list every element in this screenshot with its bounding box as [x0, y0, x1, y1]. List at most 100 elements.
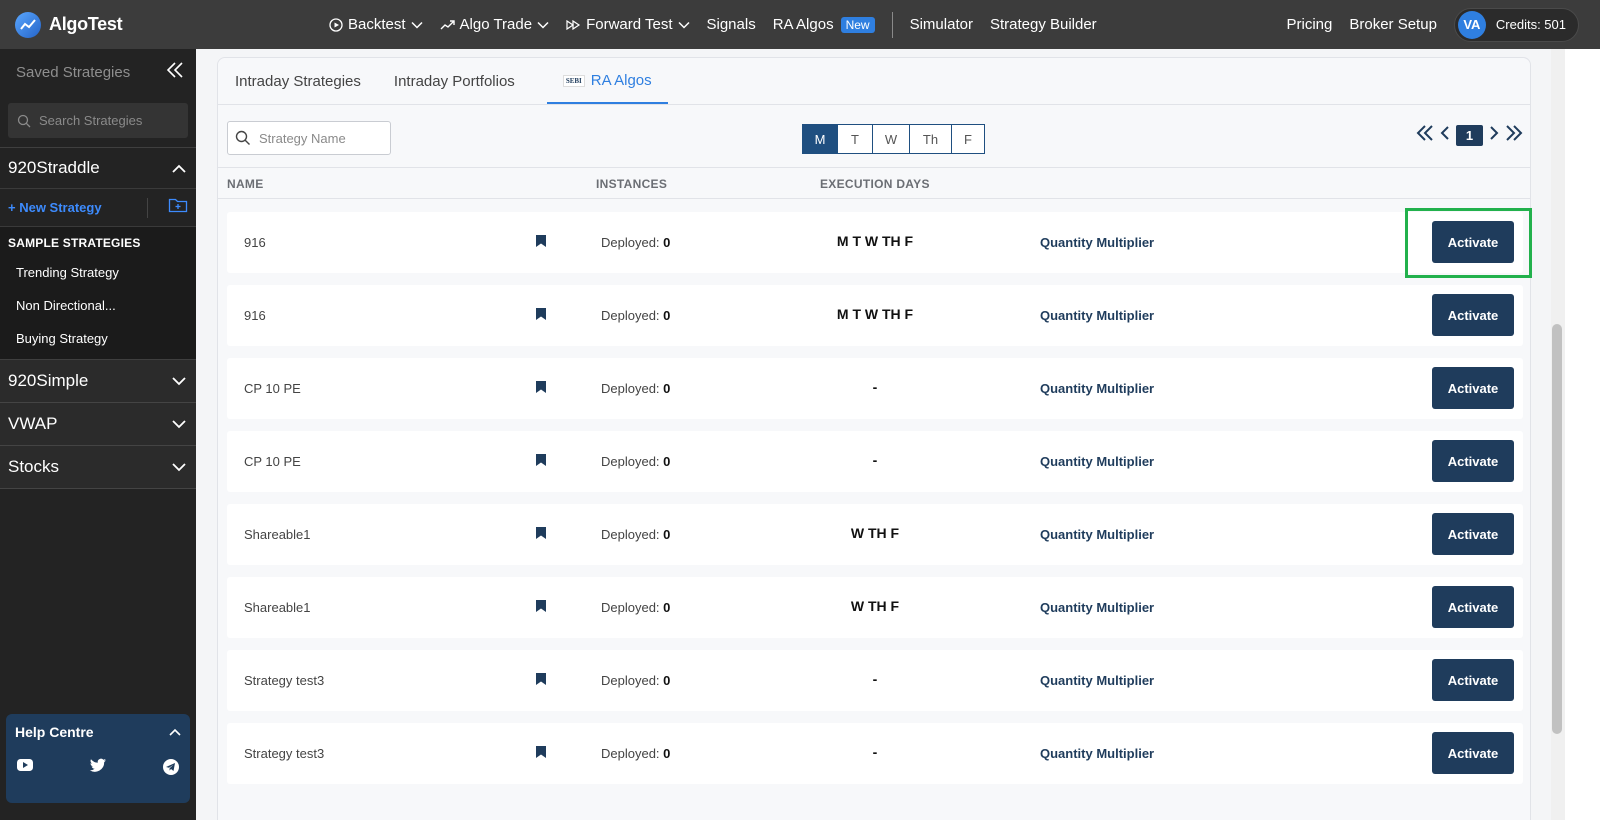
bookmark-icon[interactable] — [535, 453, 547, 472]
quantity-multiplier-link[interactable]: Quantity Multiplier — [1040, 235, 1154, 250]
nav-broker-setup[interactable]: Broker Setup — [1349, 16, 1437, 33]
youtube-icon[interactable] — [16, 758, 34, 781]
group-header-stocks[interactable]: Stocks — [0, 446, 196, 488]
day-filter-th[interactable]: Th — [909, 124, 952, 154]
day-filter-w[interactable]: W — [872, 124, 910, 154]
bookmark-icon[interactable] — [535, 380, 547, 399]
collapse-sidebar-icon[interactable] — [166, 61, 184, 84]
table-row: Strategy test3 Deployed: 0 - Quantity Mu… — [227, 650, 1523, 711]
new-folder-icon[interactable] — [168, 197, 188, 218]
activate-button[interactable]: Activate — [1432, 367, 1514, 409]
sample-item-buying[interactable]: Buying Strategy — [0, 322, 196, 355]
activate-button[interactable]: Activate — [1432, 294, 1514, 336]
strategy-search-input[interactable] — [259, 130, 379, 146]
activate-button[interactable]: Activate — [1432, 513, 1514, 555]
table-row: CP 10 PE Deployed: 0 - Quantity Multipli… — [227, 431, 1523, 492]
strategy-name: CP 10 PE — [244, 454, 301, 469]
activate-button[interactable]: Activate — [1432, 659, 1514, 701]
quantity-multiplier-link[interactable]: Quantity Multiplier — [1040, 527, 1154, 542]
deployed-count: Deployed: 0 — [601, 673, 671, 688]
sidebar: Saved Strategies 920Straddle + New Strat… — [0, 49, 196, 820]
nav-signals[interactable]: Signals — [707, 16, 756, 33]
last-page-icon[interactable] — [1505, 125, 1523, 146]
scrollbar-thumb[interactable] — [1552, 324, 1562, 734]
sebi-logo: SEBI — [562, 74, 585, 87]
bookmark-icon[interactable] — [535, 745, 547, 764]
activate-button[interactable]: Activate — [1432, 440, 1514, 482]
highlight-box — [1405, 208, 1532, 278]
top-navbar: AlgoTest Backtest Algo Trade Forward Tes… — [0, 0, 1600, 49]
strategy-group: 920Simple — [0, 360, 196, 403]
bookmark-icon[interactable] — [535, 307, 547, 326]
deployed-count: Deployed: 0 — [601, 527, 671, 542]
quantity-multiplier-link[interactable]: Quantity Multiplier — [1040, 746, 1154, 761]
toolbar: M T W Th F 1 — [227, 121, 1523, 157]
prev-page-icon[interactable] — [1440, 125, 1450, 146]
day-filter-f[interactable]: F — [951, 124, 985, 154]
group-header-vwap[interactable]: VWAP — [0, 403, 196, 445]
chevron-down-icon — [537, 21, 549, 29]
bookmark-icon[interactable] — [535, 234, 547, 253]
day-filter-t[interactable]: T — [837, 124, 873, 154]
help-centre: Help Centre — [6, 714, 190, 803]
strategy-search — [227, 121, 391, 155]
strategy-name: 916 — [244, 308, 266, 323]
activate-button[interactable]: Activate — [1432, 732, 1514, 774]
logo[interactable]: AlgoTest — [15, 11, 295, 38]
nav-ra-algos[interactable]: RA Algos New — [773, 16, 875, 33]
scrollbar[interactable] — [1551, 49, 1565, 820]
column-header-name: NAME — [227, 177, 264, 191]
execution-days: - — [872, 379, 878, 395]
day-filter-m[interactable]: M — [802, 124, 838, 154]
strategies-card: Intraday Strategies Intraday Portfolios … — [217, 57, 1531, 820]
next-page-icon[interactable] — [1489, 125, 1499, 146]
chevron-down-icon — [411, 21, 423, 29]
new-badge: New — [840, 16, 875, 33]
sample-item-non-directional[interactable]: Non Directional... — [0, 289, 196, 322]
quantity-multiplier-link[interactable]: Quantity Multiplier — [1040, 454, 1154, 469]
chevron-up-icon — [169, 728, 181, 736]
chevron-up-icon — [172, 164, 186, 173]
telegram-icon[interactable] — [162, 758, 180, 781]
chevron-down-icon — [677, 21, 690, 29]
execution-days: W TH F — [850, 598, 900, 614]
tabs: Intraday Strategies Intraday Portfolios … — [218, 58, 1530, 105]
current-page[interactable]: 1 — [1456, 125, 1483, 146]
execution-days: M T W TH F — [836, 306, 914, 322]
nav-pricing[interactable]: Pricing — [1287, 16, 1333, 33]
deployed-count: Deployed: 0 — [601, 235, 671, 250]
tab-intraday-strategies[interactable]: Intraday Strategies — [235, 73, 377, 104]
nav-backtest[interactable]: Backtest — [329, 16, 423, 33]
tab-ra-algos[interactable]: SEBI RA Algos — [546, 72, 668, 104]
strategy-name: Strategy test3 — [244, 673, 325, 688]
strategy-name: 916 — [244, 235, 266, 250]
new-strategy-button[interactable]: + New Strategy — [8, 200, 102, 215]
bookmark-icon[interactable] — [535, 526, 547, 545]
search-icon — [17, 114, 31, 127]
sample-item-trending[interactable]: Trending Strategy — [0, 256, 196, 289]
quantity-multiplier-link[interactable]: Quantity Multiplier — [1040, 600, 1154, 615]
bookmark-icon[interactable] — [535, 599, 547, 618]
quantity-multiplier-link[interactable]: Quantity Multiplier — [1040, 673, 1154, 688]
nav-simulator[interactable]: Simulator — [910, 16, 973, 33]
quantity-multiplier-link[interactable]: Quantity Multiplier — [1040, 308, 1154, 323]
nav-forward-test[interactable]: Forward Test — [566, 16, 690, 33]
activate-button[interactable]: Activate — [1432, 586, 1514, 628]
table-row: 916 Deployed: 0 M T W TH F Quantity Mult… — [227, 285, 1523, 346]
nav-algo-trade[interactable]: Algo Trade — [440, 16, 550, 33]
quantity-multiplier-link[interactable]: Quantity Multiplier — [1040, 381, 1154, 396]
first-page-icon[interactable] — [1416, 125, 1434, 146]
user-menu[interactable]: VA Credits: 501 — [1453, 7, 1579, 42]
table-row: CP 10 PE Deployed: 0 - Quantity Multipli… — [227, 358, 1523, 419]
help-centre-header[interactable]: Help Centre — [15, 724, 181, 740]
tab-intraday-portfolios[interactable]: Intraday Portfolios — [394, 73, 531, 104]
group-header-920simple[interactable]: 920Simple — [0, 360, 196, 402]
execution-days: - — [872, 744, 878, 760]
nav-strategy-builder[interactable]: Strategy Builder — [990, 16, 1097, 33]
twitter-icon[interactable] — [89, 758, 107, 781]
group-header-920straddle[interactable]: 920Straddle — [0, 147, 196, 188]
sidebar-search-input[interactable] — [39, 113, 179, 128]
bookmark-icon[interactable] — [535, 672, 547, 691]
execution-days: - — [872, 452, 878, 468]
execution-days: - — [872, 671, 878, 687]
